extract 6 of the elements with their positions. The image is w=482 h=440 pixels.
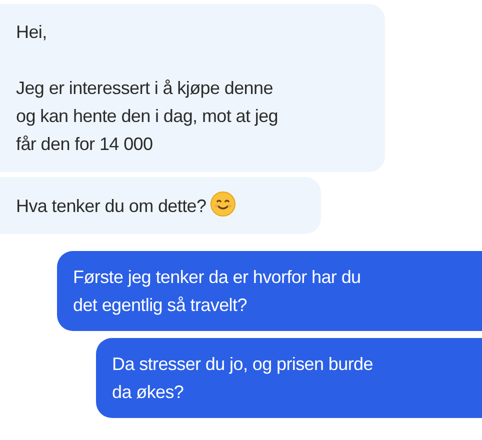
message-text: Da stresser du jo, og prisen burde da økes?	[112, 353, 374, 404]
message-text: Hei,	[16, 21, 48, 44]
smiley-emoji-icon	[210, 191, 236, 217]
message-text: Første jeg tenker da er hvorfor har du det egentlig så travelt?	[73, 266, 362, 317]
message-text: Jeg er interessert i å kjøpe denne og kan hente den i dag, mot at jeg får den for 14 000	[16, 77, 279, 156]
message-text: Hva tenker du om dette?	[16, 191, 311, 220]
